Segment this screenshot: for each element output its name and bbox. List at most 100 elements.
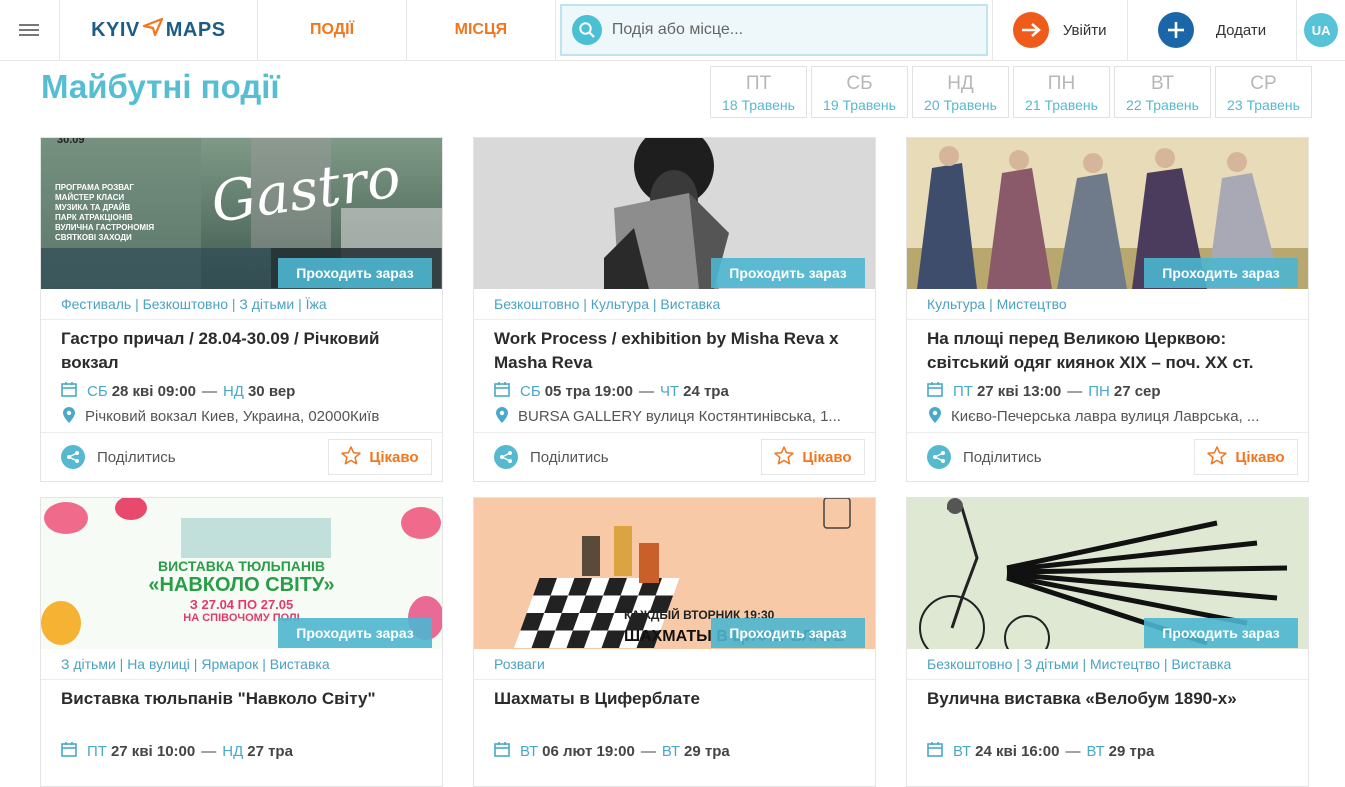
day-date: 21 Травень	[1025, 97, 1098, 113]
now-on-badge[interactable]: Проходить зараз	[1144, 258, 1298, 288]
event-title[interactable]: Гастро причал / 28.04-30.09 / Річковий в…	[41, 320, 442, 378]
start-weekday: СБ	[520, 382, 541, 400]
image-text-line: СВЯТКОВІ ЗАХОДИ	[55, 233, 132, 242]
share-label: Поділитись	[530, 448, 609, 466]
logo-arrow-icon	[142, 17, 164, 43]
now-on-badge[interactable]: Проходить зараз	[711, 618, 865, 648]
now-on-badge[interactable]: Проходить зараз	[278, 618, 432, 648]
start-weekday: ВТ	[953, 742, 972, 760]
image-text-line: МУЗИКА ТА ДРАЙВ	[55, 203, 131, 212]
event-image[interactable]: КАЖДЫЙ ВТОРНИК 19:30 ШАХМАТЫ В ЦИФЕРБЛАТ…	[474, 498, 875, 649]
event-title[interactable]: Work Process / exhibition by Misha Reva …	[474, 320, 875, 378]
calendar-icon	[494, 381, 510, 401]
event-image[interactable]: ВИСТАВКА ТЮЛЬПАНІВ «НАВКОЛО СВІТУ» З 27.…	[41, 498, 442, 649]
logo-text-left: KYIV	[91, 18, 140, 41]
interested-label: Цікаво	[1235, 448, 1285, 466]
location-text[interactable]: Києво-Печерська лавра вулиця Лаврська, .…	[951, 408, 1259, 425]
event-categories[interactable]: Культура | Мистецтво	[907, 289, 1308, 320]
share-icon	[494, 445, 518, 469]
event-dates: ВТ 06 лют 19:00— ВТ 29 тра	[474, 738, 875, 764]
end-date: 27 тра	[247, 742, 293, 760]
event-title[interactable]: Виставка тюльпанів "Навколо Світу"	[41, 680, 442, 738]
event-image[interactable]: Проходить зараз	[474, 138, 875, 289]
event-title[interactable]: Шахматы в Циферблате	[474, 680, 875, 738]
day-tab[interactable]: СР 23 Травень	[1215, 66, 1312, 118]
event-dates: СБ 28 кві 09:00 — НД 30 вер	[41, 378, 442, 404]
event-title[interactable]: На площі перед Великою Церквою: світськи…	[907, 320, 1308, 378]
day-name: СР	[1250, 73, 1277, 94]
site-logo[interactable]: KYIV MAPS	[60, 0, 259, 60]
end-date: 30 вер	[247, 382, 296, 400]
day-name: ПН	[1047, 73, 1076, 94]
interested-button[interactable]: Цікаво	[761, 439, 865, 475]
interested-label: Цікаво	[802, 448, 852, 466]
language-switcher[interactable]: UA	[1297, 0, 1345, 60]
card-actions: Поділитись Цікаво	[907, 432, 1308, 481]
end-date: 27 сер	[1113, 382, 1161, 400]
search-icon[interactable]	[571, 15, 602, 45]
event-image[interactable]: Проходить зараз	[907, 498, 1308, 649]
day-tab[interactable]: ПТ 18 Травень	[710, 66, 807, 118]
end-date: 29 тра	[684, 742, 730, 760]
day-tab[interactable]: ПН 21 Травень	[1013, 66, 1110, 118]
day-date: 18 Травень	[722, 97, 795, 113]
day-tab[interactable]: НД 20 Травень	[912, 66, 1009, 118]
day-tab[interactable]: ВТ 22 Травень	[1114, 66, 1211, 118]
event-image[interactable]: 30.09 ПРОГРАМА РОЗВАГ МАЙСТЕР КЛАСИ МУЗИ…	[41, 138, 442, 289]
end-weekday: ВТ	[1086, 742, 1105, 760]
location-text[interactable]: BURSA GALLERY вулиця Костянтинівська, 1.…	[518, 408, 841, 425]
event-dates: ПТ 27 кві 13:00 — ПН 27 сер	[907, 378, 1308, 404]
star-icon	[341, 445, 362, 469]
nav-events-link[interactable]: ПОДІЇ	[258, 0, 407, 60]
nav-places-link[interactable]: МІСЦЯ	[407, 0, 556, 60]
event-card: Проходить зараз Безкоштовно | Культура |…	[473, 137, 876, 482]
now-on-badge[interactable]: Проходить зараз	[1144, 618, 1298, 648]
share-button[interactable]: Поділитись	[61, 445, 176, 469]
location-text[interactable]: Річковий вокзал Киев, Украина, 02000Київ	[85, 408, 379, 425]
event-categories[interactable]: Безкоштовно | З дітьми | Мистецтво | Вис…	[907, 649, 1308, 680]
event-categories[interactable]: Фестиваль | Безкоштовно | З дітьми | Їжа	[41, 289, 442, 320]
now-on-badge[interactable]: Проходить зараз	[278, 258, 432, 288]
location-pin-icon	[496, 406, 508, 427]
share-button[interactable]: Поділитись	[927, 445, 1042, 469]
date-separator: —	[201, 382, 217, 400]
image-text-line: ВИСТАВКА ТЮЛЬПАНІВ	[158, 558, 325, 574]
image-text-line: МАЙСТЕР КЛАСИ	[55, 193, 125, 202]
date-separator: —	[640, 742, 656, 760]
interested-button[interactable]: Цікаво	[1194, 439, 1298, 475]
event-title[interactable]: Вулична виставка «Велобум 1890-х»	[907, 680, 1308, 738]
event-categories[interactable]: Безкоштовно | Культура | Виставка	[474, 289, 875, 320]
logo-text-right: MAPS	[165, 18, 226, 41]
date-separator: —	[638, 382, 654, 400]
menu-button[interactable]	[0, 0, 60, 60]
interested-button[interactable]: Цікаво	[328, 439, 432, 475]
search-input[interactable]	[611, 21, 952, 39]
calendar-icon	[927, 381, 943, 401]
event-card: Проходить зараз Безкоштовно | З дітьми |…	[906, 497, 1309, 787]
start-date: 06 лют 19:00	[542, 742, 635, 760]
share-button[interactable]: Поділитись	[494, 445, 609, 469]
login-button[interactable]: Увійти	[993, 0, 1128, 60]
day-date: 20 Травень	[924, 97, 997, 113]
language-badge[interactable]: UA	[1304, 13, 1339, 47]
share-label: Поділитись	[97, 448, 176, 466]
add-button[interactable]: Додати	[1128, 0, 1298, 60]
day-selector: ПТ 18 Травень СБ 19 Травень НД 20 Травень П…	[710, 66, 1312, 118]
event-categories[interactable]: Розваги	[474, 649, 875, 680]
search-bar	[556, 0, 993, 60]
interested-label: Цікаво	[369, 448, 419, 466]
start-weekday: ПТ	[87, 742, 107, 760]
calendar-icon	[494, 741, 510, 761]
now-on-badge[interactable]: Проходить зараз	[711, 258, 865, 288]
top-header: KYIV MAPS ПОДІЇ МІСЦЯ Увійти Додати UA	[0, 0, 1345, 61]
start-date: 27 кві 13:00	[976, 382, 1062, 400]
event-categories[interactable]: З дітьми | На вулиці | Ярмарок | Виставк…	[41, 649, 442, 680]
event-image[interactable]: Проходить зараз	[907, 138, 1308, 289]
day-name: ПТ	[745, 73, 772, 94]
image-text-line: ПРОГРАМА РОЗВАГ	[55, 183, 134, 192]
date-separator: —	[1067, 382, 1083, 400]
end-date: 29 тра	[1108, 742, 1155, 760]
start-date: 28 кві 09:00	[111, 382, 196, 400]
day-tab[interactable]: СБ 19 Травень	[811, 66, 908, 118]
day-date: 23 Травень	[1227, 97, 1300, 113]
